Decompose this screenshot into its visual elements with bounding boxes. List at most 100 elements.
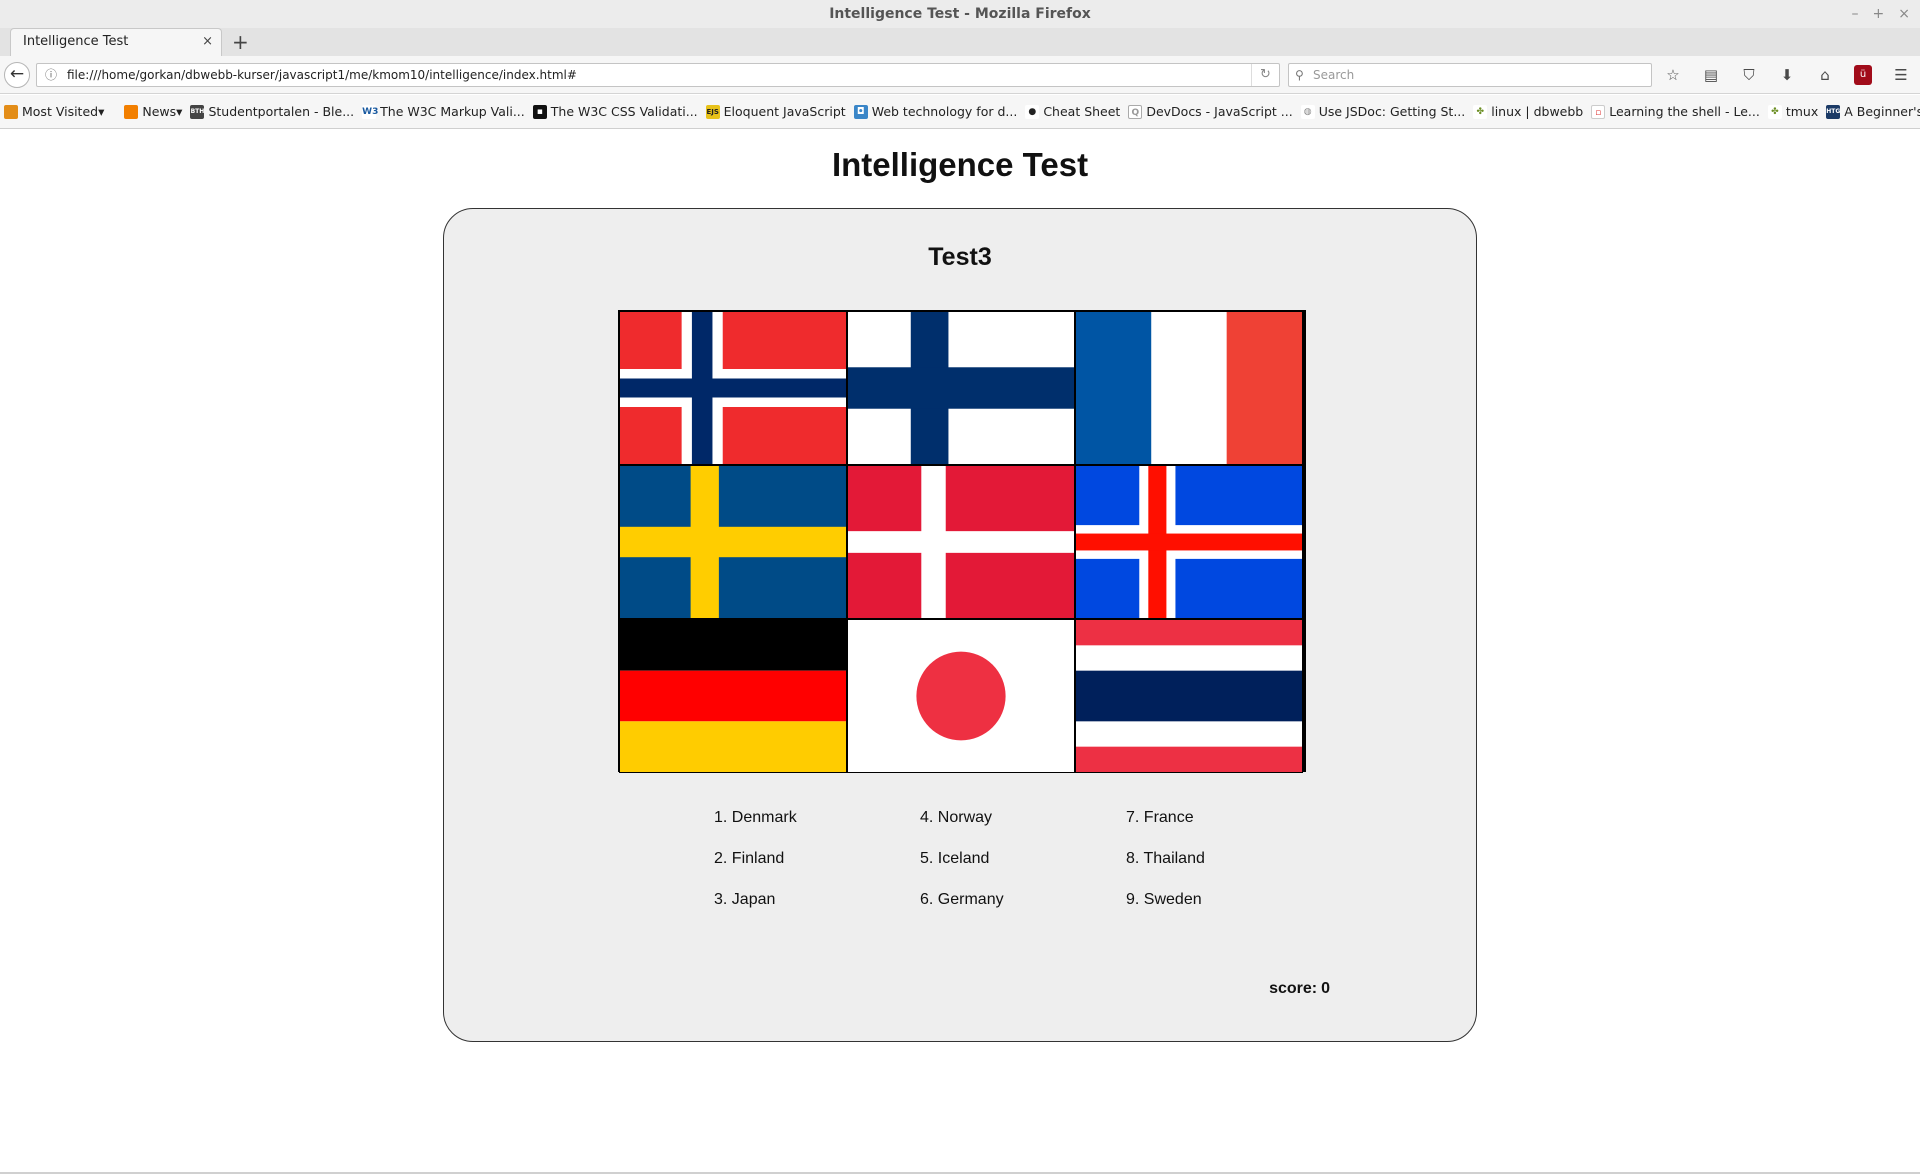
tab-bar: Intelligence Test × + [0,28,1920,56]
tmux-icon: ✤ [1767,104,1782,119]
norway-flag[interactable] [619,311,847,465]
answer-denmark[interactable]: 1. Denmark [714,808,920,849]
home-icon[interactable]: ⌂ [1816,62,1834,88]
back-button[interactable]: ← [4,62,30,88]
denmark-flag-image [848,466,1074,618]
tab-close-icon[interactable]: × [202,29,213,55]
iceland-flag[interactable] [1075,465,1303,619]
bookmark-news[interactable]: News ▾ [124,104,182,119]
url-bar[interactable]: ⓘ file:///home/gorkan/dbwebb-kurser/java… [36,63,1280,87]
bookmarks-toolbar: Most Visited ▾ News ▾ BTH Studentportale… [0,95,1920,129]
minimize-button[interactable]: – [1852,0,1859,28]
bookmark-w3c-css[interactable]: ▪ The W3C CSS Validati... [532,104,698,119]
navigation-toolbar: ← ⓘ file:///home/gorkan/dbwebb-kurser/ja… [0,56,1920,94]
tab-label: Intelligence Test [23,34,129,49]
norway-flag-image [620,312,846,464]
bth-icon: BTH [190,104,205,119]
search-input[interactable]: ⚲ Search [1288,63,1652,87]
finland-flag-image [848,312,1074,464]
bookmark-label: Web technology for d... [871,104,1018,119]
bookmark-w3c-markup[interactable]: W3 The W3C Markup Vali... [362,104,525,119]
thailand-flag[interactable] [1075,619,1303,773]
bookmark-linux-dbwebb[interactable]: ✤ linux | dbwebb [1473,104,1583,119]
bookmark-label: Use JSDoc: Getting St... [1318,104,1466,119]
answer-norway[interactable]: 4. Norway [920,808,1126,849]
bookmark-label: tmux [1785,104,1819,119]
bookmark-label: Learning the shell - Le... [1609,104,1760,119]
bookmark-label: Most Visited [22,104,99,119]
france-flag[interactable] [1075,311,1303,465]
bookmark-label: The W3C CSS Validati... [550,104,698,119]
bookmark-beginners-guide[interactable]: HTG A Beginner's Guide to... [1826,104,1920,119]
bookmark-label: A Beginner's Guide to... [1844,104,1920,119]
bookmark-label: linux | dbwebb [1491,104,1584,119]
france-flag-image [1076,312,1302,464]
window-title: Intelligence Test - Mozilla Firefox [829,6,1091,22]
maximize-button[interactable]: + [1873,0,1885,28]
bookmark-label: DevDocs - JavaScript ... [1146,104,1293,119]
test-panel: Test3 1. Denmark 4. Norway 7. France 2. … [443,208,1477,1042]
dbwebb-icon: ✤ [1473,104,1488,119]
page-title: Intelligence Test [831,146,1089,183]
answer-germany[interactable]: 6. Germany [920,890,1126,931]
info-icon[interactable]: ⓘ [45,64,57,86]
bookmark-jsdoc[interactable]: ◍ Use JSDoc: Getting St... [1300,104,1466,119]
answer-finland[interactable]: 2. Finland [714,849,920,890]
bookmark-learning-shell[interactable]: ▫ Learning the shell - Le... [1591,104,1760,119]
tab-intelligence-test[interactable]: Intelligence Test × [10,28,222,56]
flag-grid [618,310,1306,773]
test-subtitle: Test3 [928,243,992,271]
bookmark-cheat-sheet[interactable]: ● Cheat Sheet [1025,104,1120,119]
bookmark-label: News [142,104,177,119]
bookmark-label: Eloquent JavaScript [723,104,846,119]
iceland-flag-image [1076,466,1302,618]
answer-france[interactable]: 7. France [1126,808,1286,849]
menu-icon[interactable]: ☰ [1892,62,1910,88]
pocket-icon[interactable]: ⛉ [1740,62,1758,88]
globe-icon: ◍ [1300,104,1315,119]
bookmark-devdocs[interactable]: Q DevDocs - JavaScript ... [1128,104,1293,119]
germany-flag[interactable] [619,619,847,773]
bookmark-label: Studentportalen - Ble... [208,104,355,119]
answer-japan[interactable]: 3. Japan [714,890,920,931]
chevron-down-icon: ▾ [176,104,183,119]
search-placeholder: Search [1313,68,1355,82]
bookmark-label: The W3C Markup Vali... [380,104,525,119]
reading-list-icon[interactable]: ▤ [1702,62,1720,88]
bookmark-tmux[interactable]: ✤ tmux [1767,104,1819,119]
doc-icon: ▫ [1591,104,1606,119]
search-icon: ⚲ [1295,68,1304,82]
answer-list: 1. Denmark 4. Norway 7. France 2. Finlan… [714,808,1234,931]
page-content: Intelligence Test Test3 1. Denmark 4. No… [0,130,1920,1174]
w3c-icon: W3 [362,104,379,119]
downloads-icon[interactable]: ⬇ [1778,62,1796,88]
answer-thailand[interactable]: 8. Thailand [1126,849,1286,890]
answer-sweden[interactable]: 9. Sweden [1126,890,1286,931]
rss-icon [124,104,139,119]
close-window-button[interactable]: × [1898,0,1910,28]
score-value: 0 [1321,980,1330,997]
thailand-flag-image [1076,620,1302,772]
denmark-flag[interactable] [847,465,1075,619]
finland-flag[interactable] [847,311,1075,465]
answer-iceland[interactable]: 5. Iceland [920,849,1126,890]
sweden-flag[interactable] [619,465,847,619]
bookmark-star-icon[interactable]: ☆ [1664,62,1682,88]
japan-flag[interactable] [847,619,1075,773]
bookmark-studentportalen[interactable]: BTH Studentportalen - Ble... [190,104,354,119]
ejs-icon: EJS [705,104,720,119]
mdn-icon: ◘ [853,104,868,119]
japan-flag-image [848,620,1074,772]
ublock-icon[interactable]: ü [1854,65,1872,85]
url-text[interactable]: file:///home/gorkan/dbwebb-kurser/javasc… [67,68,577,82]
bookmark-label: Cheat Sheet [1043,104,1121,119]
bookmark-web-technology[interactable]: ◘ Web technology for d... [853,104,1018,119]
score-display: score: 0 [1224,980,1330,998]
reload-icon[interactable]: ↻ [1251,64,1279,86]
score-label: score: [1269,980,1318,997]
bookmark-eloquent-js[interactable]: EJS Eloquent JavaScript [705,104,846,119]
sweden-flag-image [620,466,846,618]
new-tab-button[interactable]: + [232,28,249,56]
bookmark-most-visited[interactable]: Most Visited ▾ [4,104,104,119]
htg-icon: HTG [1826,104,1840,119]
